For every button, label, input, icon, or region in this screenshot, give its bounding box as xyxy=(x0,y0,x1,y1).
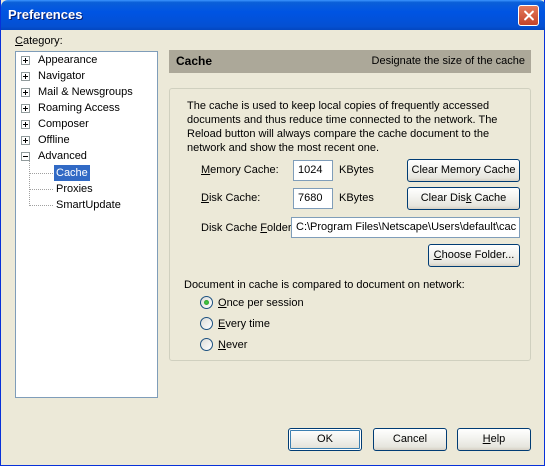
tree-item-label: Proxies xyxy=(56,183,93,195)
preferences-dialog: Preferences Category: Appearance Navigat… xyxy=(0,0,545,466)
disk-cache-input[interactable]: 7680 xyxy=(293,188,333,209)
panel-title: Cache xyxy=(176,54,213,68)
expand-plus-icon[interactable] xyxy=(21,120,30,129)
cache-description: The cache is used to keep local copies o… xyxy=(187,100,498,154)
category-label: Category: xyxy=(15,35,63,47)
tree-guide-line xyxy=(29,205,53,206)
disk-cache-unit: KBytes xyxy=(339,192,374,204)
category-tree[interactable]: Appearance Navigator Mail & Newsgroups R… xyxy=(15,51,158,398)
compare-question: Document in cache is compared to documen… xyxy=(184,279,465,291)
radio-button-checked[interactable] xyxy=(200,296,213,309)
tree-item-label: Advanced xyxy=(38,150,87,162)
memory-cache-label: Memory Cache: xyxy=(201,164,279,176)
tree-item-label: Mail & Newsgroups xyxy=(38,86,133,98)
expand-plus-icon[interactable] xyxy=(21,136,30,145)
clear-memory-cache-button[interactable]: Clear Memory Cache xyxy=(407,159,520,182)
expand-plus-icon[interactable] xyxy=(21,72,30,81)
cancel-button[interactable]: Cancel xyxy=(373,428,447,451)
radio-button[interactable] xyxy=(200,317,213,330)
ok-button[interactable]: OK xyxy=(288,428,362,451)
collapse-minus-icon[interactable] xyxy=(21,152,30,161)
tree-guide-line xyxy=(29,161,30,206)
tree-item-label: Offline xyxy=(38,134,70,146)
radio-label: Never xyxy=(218,339,248,351)
help-button[interactable]: Help xyxy=(457,428,531,451)
radio-label: Every time xyxy=(218,318,270,330)
expand-plus-icon[interactable] xyxy=(21,104,30,113)
tree-item-label: SmartUpdate xyxy=(56,199,121,211)
expand-plus-icon[interactable] xyxy=(21,88,30,97)
tree-guide-line xyxy=(29,189,53,190)
title-bar[interactable]: Preferences xyxy=(1,0,545,30)
tree-item-label: Navigator xyxy=(38,70,86,82)
panel-header: Cache Designate the size of the cache xyxy=(169,50,531,73)
memory-cache-input[interactable]: 1024 xyxy=(293,160,333,181)
close-icon[interactable] xyxy=(518,5,539,26)
tree-item-label: Cache xyxy=(54,165,90,181)
disk-cache-folder-input[interactable]: C:\Program Files\Netscape\Users\default\… xyxy=(291,217,520,238)
radio-button[interactable] xyxy=(200,338,213,351)
tree-guide-line xyxy=(29,173,53,174)
disk-cache-folder-label: Disk Cache Folder: xyxy=(201,222,295,234)
tree-item-label: Composer xyxy=(38,118,89,130)
tree-item-label: Roaming Access xyxy=(38,102,120,114)
choose-folder-button[interactable]: Choose Folder... xyxy=(428,244,520,267)
disk-cache-label: Disk Cache: xyxy=(201,192,261,204)
window-title: Preferences xyxy=(8,7,83,22)
memory-cache-unit: KBytes xyxy=(339,164,374,176)
radio-label: Once per session xyxy=(218,297,304,309)
panel-description: Designate the size of the cache xyxy=(371,55,525,67)
expand-plus-icon[interactable] xyxy=(21,56,30,65)
clear-disk-cache-button[interactable]: Clear Disk Cache xyxy=(407,187,520,210)
tree-item-label: Appearance xyxy=(38,54,98,66)
